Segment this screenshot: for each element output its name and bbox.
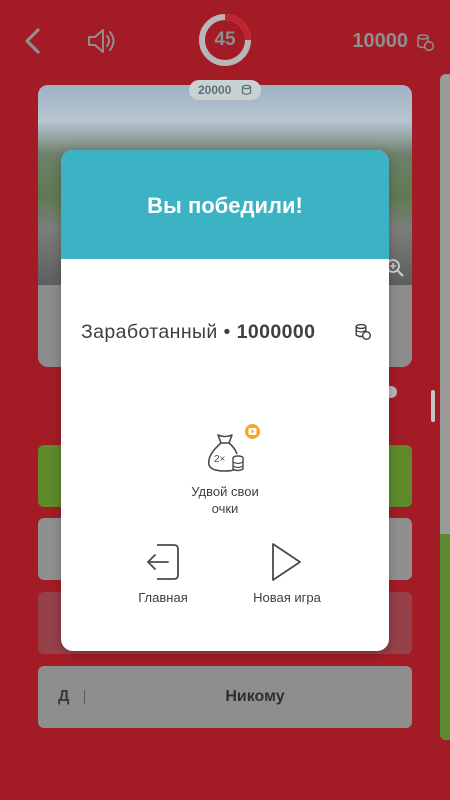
speaker-icon [88, 29, 115, 53]
money-bag-icon: 2× [207, 434, 244, 472]
back-button[interactable] [18, 26, 48, 56]
timer-value: 45 [214, 29, 236, 50]
side-panel [440, 74, 450, 740]
top-bar: 45 10000 [0, 0, 450, 84]
coins-icon [417, 34, 434, 51]
coins-icon [355, 323, 371, 340]
play-icon [272, 543, 301, 581]
new-game-button[interactable]: Новая игра [245, 542, 329, 606]
prize-pot-value: 20000 [198, 83, 232, 97]
chevron-left-icon [25, 28, 40, 54]
earned-value: 1000000 [236, 321, 316, 343]
home-label: Главная [138, 590, 188, 605]
scrollbar-thumb[interactable] [431, 390, 435, 422]
sound-button[interactable] [86, 26, 118, 56]
video-ad-icon [245, 424, 260, 439]
answer-option-d[interactable]: Д Никому [38, 666, 412, 728]
side-panel-highlight [440, 534, 450, 740]
dialog-title: Вы победили! [147, 193, 303, 218]
double-points-button[interactable]: 2× Удвой свои очки [178, 421, 272, 517]
prize-pot-badge: 20000 [189, 80, 261, 100]
exit-icon [147, 544, 179, 580]
coins-icon [241, 84, 252, 95]
answer-divider [84, 690, 85, 704]
win-dialog: Вы победили! Заработанный • 1000000 2× У… [61, 150, 389, 651]
earned-separator: • [223, 321, 231, 343]
answer-text: Никому [225, 688, 285, 705]
earned-amount: Заработанный • 1000000 [81, 321, 315, 344]
new-game-label: Новая игра [253, 590, 321, 605]
round-timer: 45 [198, 13, 252, 67]
score-value: 10000 [352, 30, 408, 52]
double-icon-text: 2× [214, 454, 226, 465]
home-button[interactable]: Главная [131, 542, 195, 606]
double-points-label: Удвой свои очки [191, 484, 259, 516]
dialog-header: Вы победили! [61, 150, 389, 259]
answer-letter: Д [58, 688, 70, 705]
earned-label: Заработанный [81, 321, 218, 343]
